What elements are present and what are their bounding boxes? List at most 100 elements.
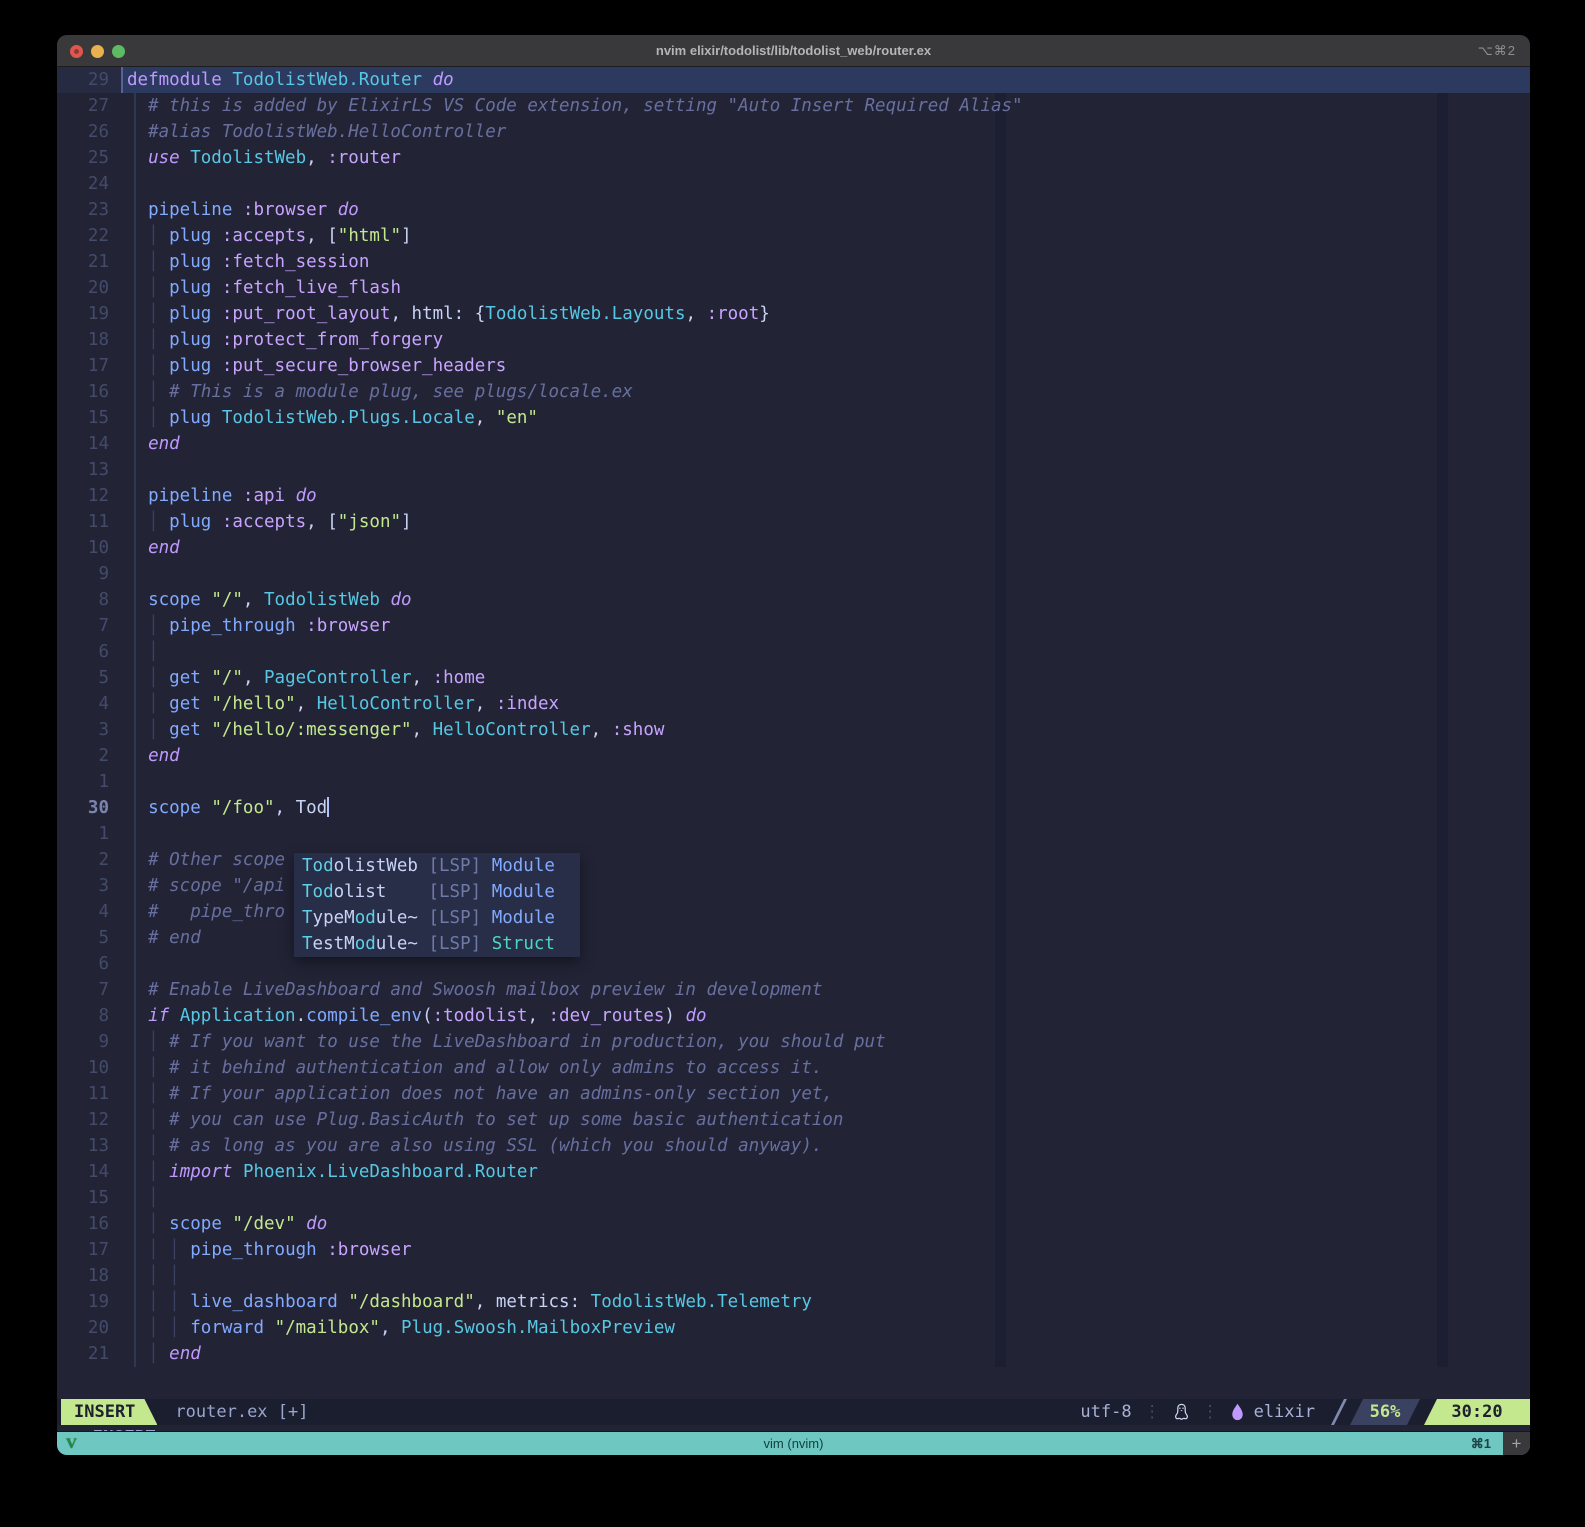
code-line[interactable]: 15 │ [57, 1185, 1530, 1211]
code-line[interactable]: 18 │ plug :protect_from_forgery [57, 327, 1530, 353]
context-line[interactable]: 29defmodule TodolistWeb.Router do [57, 67, 1530, 93]
line-number: 13 [57, 1133, 115, 1159]
code-line[interactable]: 26 #alias TodolistWeb.HelloController [57, 119, 1530, 145]
line-number: 21 [57, 249, 115, 275]
code-line[interactable]: 9 [57, 561, 1530, 587]
code-line[interactable]: 4 # pipe_thro [57, 899, 1530, 925]
code-line[interactable]: 1 [57, 769, 1530, 795]
line-content: # pipe_thro [115, 899, 285, 925]
line-content: │ # as long as you are also using SSL (w… [115, 1133, 822, 1159]
code-line[interactable]: 2 # Other scope [57, 847, 1530, 873]
code-line[interactable]: 25 use TodolistWeb, :router [57, 145, 1530, 171]
line-content: scope "/foo", Tod [115, 795, 329, 821]
code-line[interactable]: 18 │ │ [57, 1263, 1530, 1289]
line-number: 15 [57, 1185, 115, 1211]
code-line[interactable]: 15 │ plug TodolistWeb.Plugs.Locale, "en" [57, 405, 1530, 431]
line-content: │ plug :accepts, ["json"] [115, 509, 412, 535]
line-number: 27 [57, 93, 115, 119]
code-line[interactable]: 3 │ get "/hello/:messenger", HelloContro… [57, 717, 1530, 743]
code-line[interactable]: 24 [57, 171, 1530, 197]
code-line[interactable]: 14 │ import Phoenix.LiveDashboard.Router [57, 1159, 1530, 1185]
code-line[interactable]: 20 │ plug :fetch_live_flash [57, 275, 1530, 301]
code-line[interactable]: 4 │ get "/hello", HelloController, :inde… [57, 691, 1530, 717]
line-content: │ # you can use Plug.BasicAuth to set up… [115, 1107, 843, 1133]
cursor-line[interactable]: 30 scope "/foo", Tod [57, 795, 1530, 821]
code-line[interactable]: 21 │ end [57, 1341, 1530, 1367]
code-line[interactable]: 12 pipeline :api do [57, 483, 1530, 509]
separator-dots: ⋮ [1144, 1399, 1161, 1425]
titlebar[interactable]: nvim elixir/todolist/lib/todolist_web/ro… [57, 35, 1530, 67]
minimize-button[interactable] [91, 45, 104, 58]
close-button[interactable] [70, 45, 83, 58]
line-number: 9 [57, 1029, 115, 1055]
code-buffer[interactable]: 29defmodule TodolistWeb.Router do27 # th… [57, 67, 1530, 1367]
code-line[interactable]: 9 │ # If you want to use the LiveDashboa… [57, 1029, 1530, 1055]
line-number: 11 [57, 1081, 115, 1107]
code-line[interactable]: 8 scope "/", TodolistWeb do [57, 587, 1530, 613]
line-number: 20 [57, 1315, 115, 1341]
line-content: │ [115, 1185, 159, 1211]
line-content: │ plug :put_secure_browser_headers [115, 353, 506, 379]
code-line[interactable]: 13 [57, 457, 1530, 483]
code-line[interactable]: 14 end [57, 431, 1530, 457]
code-line[interactable]: 20 │ │ forward "/mailbox", Plug.Swoosh.M… [57, 1315, 1530, 1341]
line-content: pipeline :browser do [115, 197, 359, 223]
code-line[interactable]: 22 │ plug :accepts, ["html"] [57, 223, 1530, 249]
line-content: │ │ live_dashboard "/dashboard", metrics… [115, 1289, 812, 1315]
line-number: 22 [57, 223, 115, 249]
completion-item[interactable]: TestModule~ [LSP] Struct [294, 931, 580, 957]
line-content: │ # This is a module plug, see plugs/loc… [115, 379, 633, 405]
line-number: 6 [57, 951, 115, 977]
tab-title[interactable]: vim (nvim) [57, 1436, 1530, 1451]
code-line[interactable]: 16 │ scope "/dev" do [57, 1211, 1530, 1237]
line-number: 17 [57, 353, 115, 379]
line-number: 7 [57, 613, 115, 639]
line-content: use TodolistWeb, :router [115, 145, 401, 171]
code-line[interactable]: 3 # scope "/api [57, 873, 1530, 899]
line-number: 25 [57, 145, 115, 171]
code-line[interactable]: 7 │ pipe_through :browser [57, 613, 1530, 639]
code-line[interactable]: 10 │ # it behind authentication and allo… [57, 1055, 1530, 1081]
code-line[interactable]: 19 │ │ live_dashboard "/dashboard", metr… [57, 1289, 1530, 1315]
tab-bar[interactable]: V vim (nvim) ⌘1 + [57, 1431, 1530, 1455]
line-content: │ plug :fetch_live_flash [115, 275, 401, 301]
code-line[interactable]: 11 │ plug :accepts, ["json"] [57, 509, 1530, 535]
code-line[interactable]: 12 │ # you can use Plug.BasicAuth to set… [57, 1107, 1530, 1133]
line-number: 8 [57, 1003, 115, 1029]
line-content: end [115, 431, 180, 457]
code-line[interactable]: 23 pipeline :browser do [57, 197, 1530, 223]
code-line[interactable]: 6 │ [57, 639, 1530, 665]
code-line[interactable]: 17 │ plug :put_secure_browser_headers [57, 353, 1530, 379]
code-line[interactable]: 7 # Enable LiveDashboard and Swoosh mail… [57, 977, 1530, 1003]
completion-item[interactable]: TodolistWeb [LSP] Module [294, 853, 580, 879]
code-line[interactable]: 16 │ # This is a module plug, see plugs/… [57, 379, 1530, 405]
code-line[interactable]: 21 │ plug :fetch_session [57, 249, 1530, 275]
code-line[interactable]: 8 if Application.compile_env(:todolist, … [57, 1003, 1530, 1029]
completion-item[interactable]: TypeModule~ [LSP] Module [294, 905, 580, 931]
filetype-label: elixir [1254, 1399, 1315, 1425]
line-content: │ # If you want to use the LiveDashboard… [115, 1029, 886, 1055]
code-line[interactable]: 17 │ │ pipe_through :browser [57, 1237, 1530, 1263]
code-line[interactable]: 5 │ get "/", PageController, :home [57, 665, 1530, 691]
line-number: 1 [57, 769, 115, 795]
code-line[interactable]: 2 end [57, 743, 1530, 769]
completion-popup[interactable]: TodolistWeb [LSP] ModuleTodolist [LSP] M… [294, 853, 580, 957]
code-line[interactable]: 11 │ # If your application does not have… [57, 1081, 1530, 1107]
code-line[interactable]: 1 [57, 821, 1530, 847]
droplet-icon [1231, 1399, 1244, 1425]
editor-area[interactable]: 29defmodule TodolistWeb.Router do27 # th… [57, 67, 1530, 1455]
line-content: # Other scope [115, 847, 285, 873]
code-line[interactable]: 27 # this is added by ElixirLS VS Code e… [57, 93, 1530, 119]
code-line[interactable]: 5 # end [57, 925, 1530, 951]
line-number: 14 [57, 431, 115, 457]
completion-item[interactable]: Todolist [LSP] Module [294, 879, 580, 905]
code-line[interactable]: 19 │ plug :put_root_layout, html: {Todol… [57, 301, 1530, 327]
window-shortcut: ⌥⌘2 [1478, 43, 1516, 59]
code-line[interactable]: 10 end [57, 535, 1530, 561]
code-line[interactable]: 6 [57, 951, 1530, 977]
code-line[interactable]: 13 │ # as long as you are also using SSL… [57, 1133, 1530, 1159]
line-content: │ plug :put_root_layout, html: {Todolist… [115, 301, 770, 327]
zoom-button[interactable] [112, 45, 125, 58]
line-number: 26 [57, 119, 115, 145]
statusline: INSERT router.ex [+] utf-8 ⋮ ⋮ [57, 1399, 1530, 1425]
